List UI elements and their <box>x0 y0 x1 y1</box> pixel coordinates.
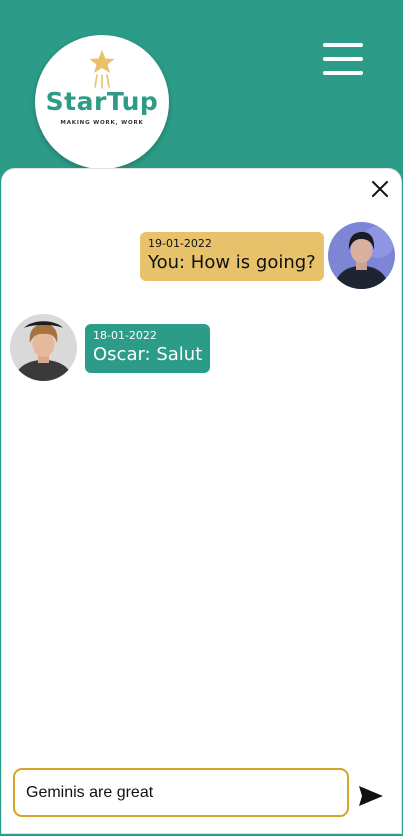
avatar <box>328 222 395 289</box>
avatar <box>10 314 77 381</box>
app-header: StarTup MAKING WORK, WORK <box>0 0 403 180</box>
message-bubble-other: 18-01-2022 Oscar: Salut <box>85 324 211 373</box>
message-date: 18-01-2022 <box>93 329 157 342</box>
message-input[interactable] <box>15 770 347 815</box>
star-icon <box>89 50 115 89</box>
hamburger-menu-icon[interactable] <box>320 40 366 78</box>
logo-wordmark: StarTup <box>45 87 159 116</box>
message-text: Oscar: Salut <box>93 344 203 365</box>
message-input-wrapper <box>13 768 349 817</box>
message-text: You: How is going? <box>148 252 316 273</box>
startup-logo[interactable]: StarTup MAKING WORK, WORK <box>35 35 169 169</box>
message-date: 19-01-2022 <box>148 237 212 250</box>
message-bubble-self: 19-01-2022 You: How is going? <box>140 232 324 281</box>
logo-tagline: MAKING WORK, WORK <box>60 120 144 126</box>
send-icon[interactable] <box>358 785 384 807</box>
close-icon[interactable] <box>369 178 391 200</box>
